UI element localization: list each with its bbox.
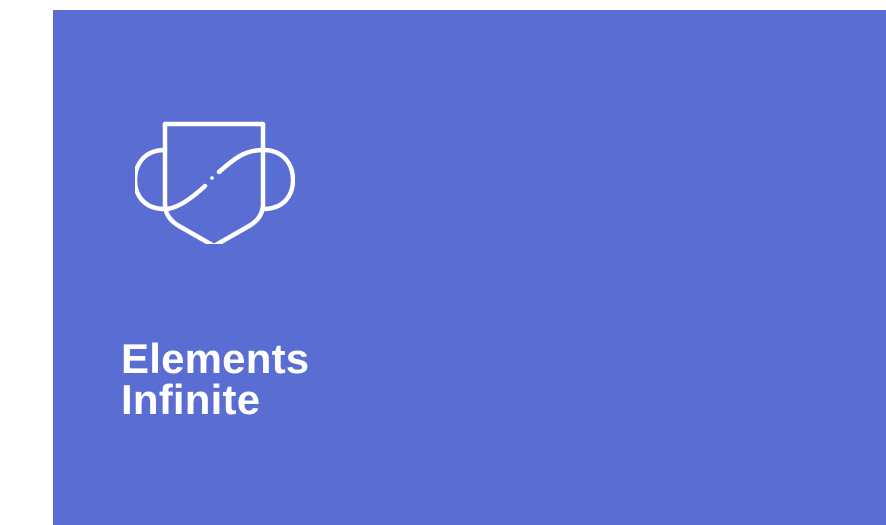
shield-with-loops-icon	[135, 114, 295, 244]
product-card: Elements Infinite	[53, 10, 886, 525]
title-line-1: Elements	[121, 335, 310, 382]
product-title: Elements Infinite	[121, 335, 310, 423]
title-line-2: Infinite	[121, 376, 261, 423]
